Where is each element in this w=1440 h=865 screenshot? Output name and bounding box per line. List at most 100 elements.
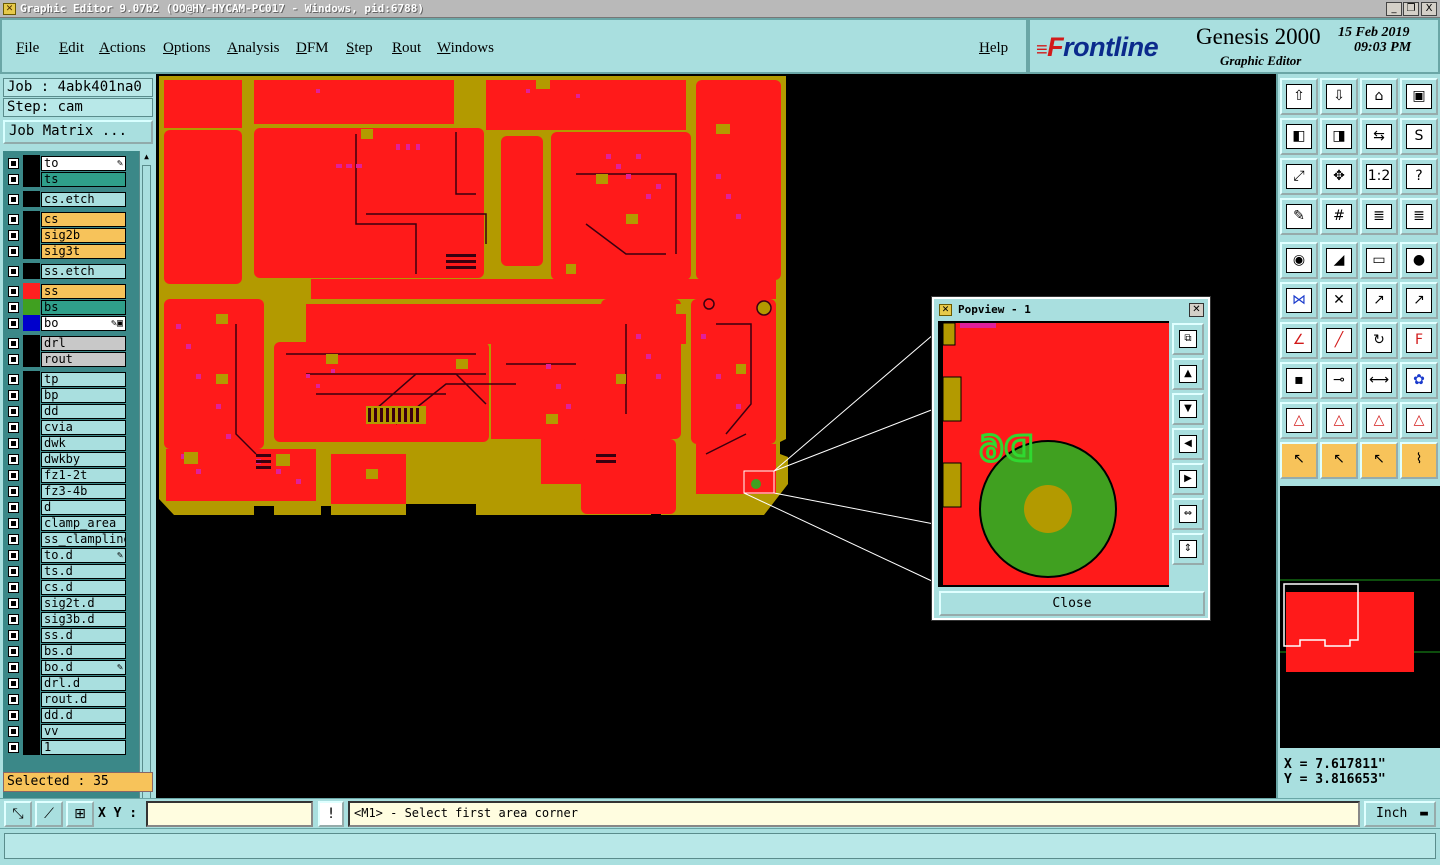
xy-input[interactable] — [146, 801, 313, 827]
layer-name[interactable]: bs — [41, 300, 126, 315]
restore-button[interactable]: ❐ — [1403, 2, 1419, 16]
menu-analysis[interactable]: Analysis — [227, 40, 280, 57]
layer-row[interactable]: rout.d — [3, 691, 139, 707]
layer-name[interactable]: sig3b.d — [41, 612, 126, 627]
layer-name[interactable]: drl — [41, 336, 126, 351]
layer-name[interactable]: sig2b — [41, 228, 126, 243]
layer-checkbox[interactable] — [8, 534, 19, 545]
layer-checkbox[interactable] — [8, 338, 19, 349]
layer-row[interactable]: drl — [3, 335, 139, 351]
job-matrix-button[interactable]: Job Matrix ... — [3, 120, 153, 144]
snap2-tool-button[interactable]: ↗ — [1400, 282, 1438, 319]
layer-color-swatch[interactable] — [23, 371, 40, 387]
layer-checkbox[interactable] — [8, 550, 19, 561]
layer-color-swatch[interactable] — [23, 335, 40, 351]
layer-name[interactable]: dwk — [41, 436, 126, 451]
layer-name[interactable]: ts.d — [41, 564, 126, 579]
layer-name[interactable]: bo ✎▣ — [41, 316, 126, 331]
tri3-tool-button[interactable]: △ — [1360, 402, 1398, 439]
layer-color-swatch[interactable] — [23, 227, 40, 243]
layer-color-swatch[interactable] — [23, 691, 40, 707]
layer-color-swatch[interactable] — [23, 155, 40, 171]
layer-name[interactable]: cvia — [41, 420, 126, 435]
layer-name[interactable]: 1 — [41, 740, 126, 755]
layer-name[interactable]: sig3t — [41, 244, 126, 259]
layer-name[interactable]: rout.d — [41, 692, 126, 707]
alert-icon[interactable]: ! — [318, 801, 344, 827]
layer-row[interactable]: ts — [3, 171, 139, 187]
layer-checkbox[interactable] — [8, 614, 19, 625]
zoom-area-button[interactable]: ⤡ — [4, 801, 32, 827]
minimize-button[interactable]: _ — [1386, 2, 1402, 16]
popview-window[interactable]: ✕ Popview - 1 ✕ D6 ⧉ ▲ ▼ ◀ ▶ ⇔ ⇕ Close — [931, 296, 1211, 621]
tri2-tool-button[interactable]: △ — [1320, 402, 1358, 439]
net-tool-button[interactable]: ⋈ — [1280, 282, 1318, 319]
select-tool-button[interactable]: ◉ — [1280, 242, 1318, 279]
arc-tool-button[interactable]: ↻ — [1360, 322, 1398, 359]
layer-row[interactable]: clamp_area — [3, 515, 139, 531]
snap-tool-button[interactable]: ↗ — [1360, 282, 1398, 319]
home-tool-button[interactable]: ⌂ — [1360, 78, 1398, 115]
menu-step[interactable]: Step — [346, 40, 373, 57]
right-tool-button[interactable]: ◨ — [1320, 118, 1358, 155]
layer-row[interactable]: bs — [3, 299, 139, 315]
layer-color-swatch[interactable] — [23, 467, 40, 483]
line-tool-button[interactable]: ∠ — [1280, 322, 1318, 359]
route-tool-button[interactable]: ⌇ — [1400, 442, 1438, 479]
layer-row[interactable]: rout — [3, 351, 139, 367]
layer-color-swatch[interactable] — [23, 723, 40, 739]
layer-list-scrollbar[interactable]: ▲ ▼ — [139, 151, 153, 845]
layer-color-swatch[interactable] — [23, 299, 40, 315]
ratio-tool-button[interactable]: 1:2 — [1360, 158, 1398, 195]
popview-zoom-out-button[interactable]: ⇔ — [1172, 498, 1204, 530]
layer-checkbox[interactable] — [8, 694, 19, 705]
pad-tool-button[interactable]: ▪ — [1280, 362, 1318, 399]
layer-color-swatch[interactable] — [23, 171, 40, 187]
popview-title-bar[interactable]: ✕ Popview - 1 ✕ — [936, 301, 1206, 318]
layer-color-swatch[interactable] — [23, 451, 40, 467]
layer-checkbox[interactable] — [8, 742, 19, 753]
layer-row[interactable]: to ✎ — [3, 155, 139, 171]
layer-name[interactable]: bo.d ✎ — [41, 660, 126, 675]
layer-checkbox[interactable] — [8, 502, 19, 513]
edit-tool-button[interactable]: ✎ — [1280, 198, 1318, 235]
layer-name[interactable]: sig2t.d — [41, 596, 126, 611]
layer-row[interactable]: bo.d ✎ — [3, 659, 139, 675]
measure-tool-button[interactable]: ◢ — [1320, 242, 1358, 279]
layer-row[interactable]: ss.etch — [3, 263, 139, 279]
popview-right-button[interactable]: ▶ — [1172, 463, 1204, 495]
layer-row[interactable]: cs.etch — [3, 191, 139, 207]
tri4-tool-button[interactable]: △ — [1400, 402, 1438, 439]
s-tool-button[interactable]: S — [1400, 118, 1438, 155]
pointer-tool-button[interactable]: ↖ — [1280, 442, 1318, 479]
layer-row[interactable]: bs.d — [3, 643, 139, 659]
layer-name[interactable]: bs.d — [41, 644, 126, 659]
layer-color-swatch[interactable] — [23, 739, 40, 755]
layer-row[interactable]: dwkby — [3, 451, 139, 467]
layer-name[interactable]: bp — [41, 388, 126, 403]
download-tool-button[interactable]: ⇩ — [1320, 78, 1358, 115]
layer-checkbox[interactable] — [8, 470, 19, 481]
layer-color-swatch[interactable] — [23, 283, 40, 299]
layer-list[interactable]: to ✎ ts cs.etch cs sig2b sig3t ss.etch ss bs bo ✎▣ d… — [3, 151, 139, 845]
layer-row[interactable]: drl.d — [3, 675, 139, 691]
layer-checkbox[interactable] — [8, 354, 19, 365]
layer-name[interactable]: ss_clampline — [41, 532, 126, 547]
layer-checkbox[interactable] — [8, 194, 19, 205]
layer-row[interactable]: fz3-4b — [3, 483, 139, 499]
layer-row[interactable]: ss.d — [3, 627, 139, 643]
pointer3-tool-button[interactable]: ↖ — [1360, 442, 1398, 479]
grid-tool-button[interactable]: # — [1320, 198, 1358, 235]
dim-tool-button[interactable]: ⟷ — [1360, 362, 1398, 399]
layer-checkbox[interactable] — [8, 174, 19, 185]
ruler-tool-button[interactable]: ▭ — [1360, 242, 1398, 279]
tri-tool-button[interactable]: △ — [1280, 402, 1318, 439]
text-tool-button[interactable]: F — [1400, 322, 1438, 359]
layer-row[interactable]: bo ✎▣ — [3, 315, 139, 331]
layer-row[interactable]: 1 — [3, 739, 139, 755]
cross-tool-button[interactable]: ✕ — [1320, 282, 1358, 319]
layer-row[interactable]: vv — [3, 723, 139, 739]
popview-down-button[interactable]: ▼ — [1172, 393, 1204, 425]
layer-name[interactable]: rout — [41, 352, 126, 367]
layer-name[interactable]: ss.d — [41, 628, 126, 643]
